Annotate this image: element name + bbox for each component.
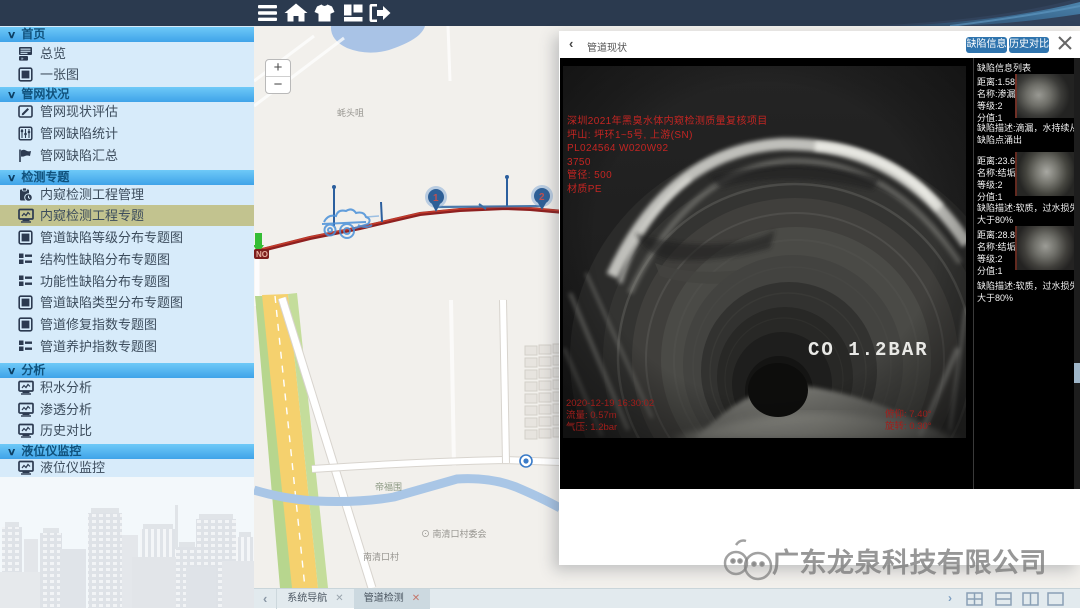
svg-text:蚝头咀: 蚝头咀: [337, 108, 364, 118]
svg-text:1: 1: [433, 193, 439, 204]
svg-text:2: 2: [539, 192, 545, 203]
svg-text:NO: NO: [256, 250, 268, 259]
svg-text:南清口村: 南清口村: [363, 551, 399, 562]
svg-text:帝福围: 帝福围: [375, 481, 402, 492]
svg-text:⊙ 南清口村委会: ⊙ 南清口村委会: [421, 528, 487, 539]
